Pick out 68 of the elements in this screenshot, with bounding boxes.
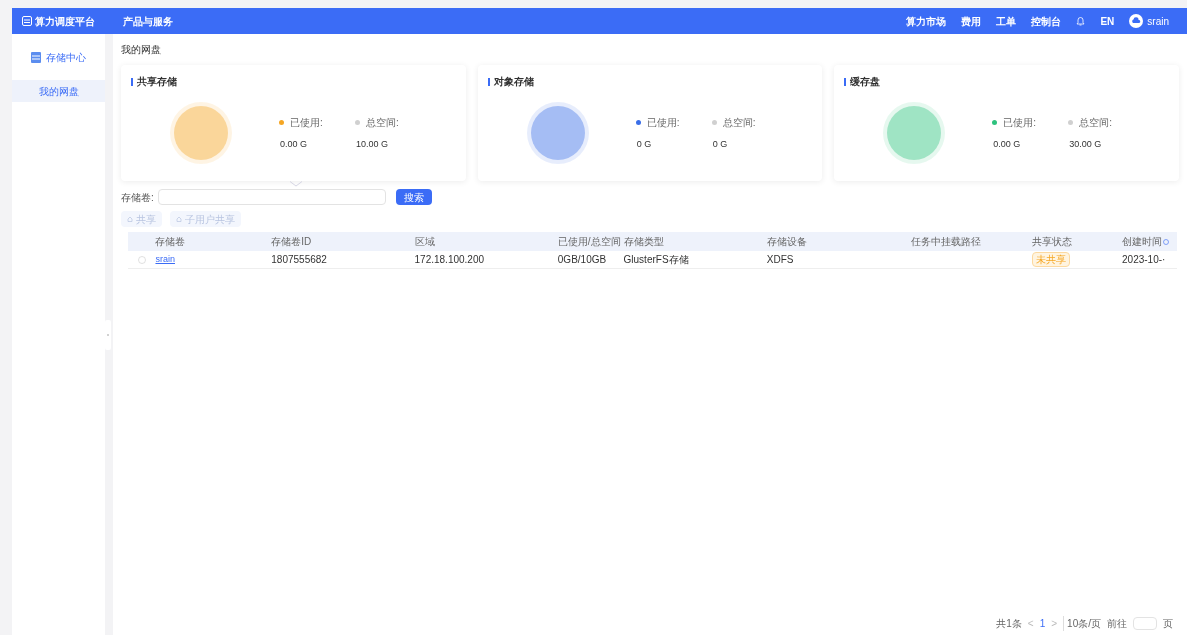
legend-dot bbox=[355, 119, 360, 125]
logo-text: 算力调度平台 bbox=[35, 14, 95, 29]
used-value: 0.00 G bbox=[279, 137, 309, 151]
sidebar-title: 存储中心 bbox=[46, 50, 86, 65]
nav-link[interactable]: 费用 bbox=[961, 13, 982, 29]
legend-label: 已使用: bbox=[290, 115, 323, 130]
avatar-icon[interactable] bbox=[1129, 14, 1144, 28]
legend-dot bbox=[1068, 119, 1074, 125]
nav-link[interactable]: 算力市场 bbox=[906, 13, 947, 29]
products-menu[interactable]: 产品与服务 bbox=[123, 13, 173, 29]
table-cell-text: XDFS bbox=[766, 253, 794, 267]
volume-link[interactable]: srain bbox=[155, 252, 175, 267]
used-value: 0.00 G bbox=[992, 137, 1022, 151]
table-cell-text: 2023-10-· bbox=[1122, 253, 1166, 267]
legend-label: 总空间: bbox=[722, 115, 756, 130]
user-name[interactable]: srain bbox=[1147, 13, 1169, 29]
table-cell-text: 0GB/10GB bbox=[557, 253, 607, 267]
card-title: 对象存储 bbox=[493, 75, 534, 89]
total-count: 共1条 bbox=[996, 617, 1022, 631]
search-field[interactable] bbox=[157, 189, 386, 205]
page-number[interactable]: 1 bbox=[1039, 616, 1046, 631]
share-icon bbox=[176, 216, 182, 222]
legend-label: 已使用: bbox=[646, 115, 680, 130]
used-value: 0 G bbox=[635, 137, 653, 151]
column-header: 存储设备 bbox=[766, 235, 807, 249]
table-cell-text: GlusterFS存储 bbox=[623, 253, 689, 267]
circle-chart-drawing bbox=[882, 101, 947, 165]
table-cell-text: 172.18.100.200 bbox=[414, 253, 485, 267]
status-tag: 未共享 bbox=[1031, 252, 1070, 267]
chevron-down-icon[interactable] bbox=[289, 181, 303, 187]
circle-chart-drawing bbox=[169, 101, 233, 165]
info-icon bbox=[1163, 238, 1170, 245]
table-cell-text: 1807555682 bbox=[271, 253, 327, 267]
column-header: 共享状态 bbox=[1031, 235, 1072, 249]
breadcrumb: 我的网盘 bbox=[121, 43, 161, 57]
bell-icon[interactable] bbox=[1076, 16, 1086, 26]
column-header: 存储卷ID bbox=[271, 235, 312, 249]
column-header: 创建时间 bbox=[1122, 235, 1163, 249]
card-title: 缓存盘 bbox=[850, 75, 881, 89]
legend-dot bbox=[711, 119, 717, 125]
goto-label: 前往 bbox=[1107, 617, 1127, 631]
radio-button[interactable] bbox=[137, 255, 146, 264]
page-input[interactable] bbox=[1133, 617, 1157, 630]
share-icon bbox=[127, 216, 133, 222]
page-size-select[interactable]: 10条/页 bbox=[1063, 616, 1101, 631]
nav-link[interactable]: 工单 bbox=[996, 13, 1017, 29]
collapse-handle-icon[interactable] bbox=[105, 319, 111, 350]
total-value: 30.00 G bbox=[1068, 137, 1103, 151]
storage-icon bbox=[31, 51, 41, 63]
column-header: 存储卷 bbox=[155, 235, 186, 249]
legend-label: 总空间: bbox=[1079, 115, 1113, 130]
column-header: 存储类型 bbox=[623, 235, 664, 249]
legend-label: 总空间: bbox=[366, 115, 399, 130]
column-header: 任务中挂载路径 bbox=[911, 235, 982, 249]
circle-chart-drawing bbox=[525, 101, 590, 165]
search-button[interactable]: 搜索 bbox=[395, 189, 432, 205]
nav-link[interactable]: 控制台 bbox=[1031, 13, 1062, 29]
card-title: 共享存储 bbox=[137, 75, 177, 89]
page-unit: 页 bbox=[1163, 617, 1173, 631]
total-value: 0 G bbox=[711, 137, 729, 151]
language-link[interactable]: EN bbox=[1100, 13, 1115, 29]
legend-label: 已使用: bbox=[1003, 115, 1037, 130]
sidebar-item[interactable]: 我的网盘 bbox=[12, 80, 105, 102]
search-label: 存储卷: bbox=[121, 190, 154, 205]
total-value: 10.00 G bbox=[355, 137, 390, 151]
column-header: 区域 bbox=[414, 235, 435, 249]
column-header: 已使用/总空间 bbox=[557, 235, 621, 249]
logo-icon bbox=[22, 16, 32, 26]
